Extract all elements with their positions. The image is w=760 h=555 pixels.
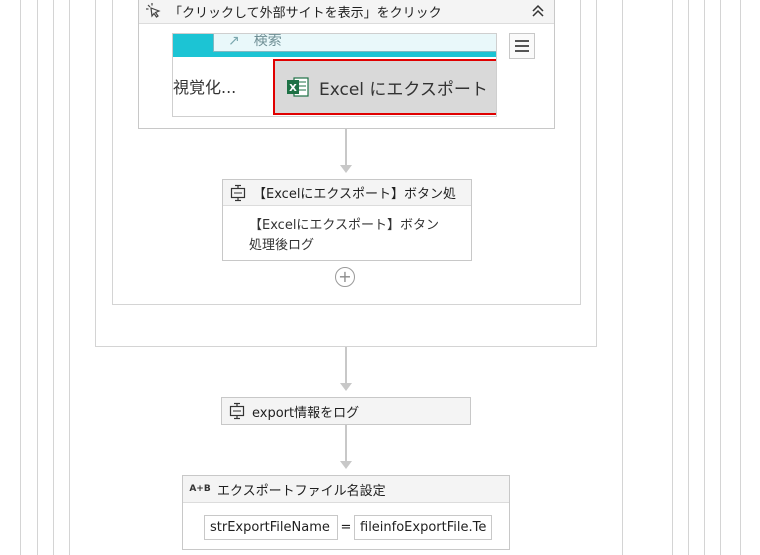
container-line <box>69 0 70 555</box>
assign-target-field[interactable]: strExportFileName <box>204 515 338 540</box>
target-screenshot: ↗ 検索 視覚化... X Excel にエクスポート <box>172 33 497 117</box>
screenshot-search-box: ↗ 検索 <box>213 33 496 52</box>
click-icon <box>145 2 163 20</box>
svg-text:X: X <box>289 83 297 94</box>
container-line <box>688 0 689 555</box>
screenshot-export-button: X Excel にエクスポート <box>273 59 496 115</box>
container-line <box>20 0 21 555</box>
log-message-activity[interactable]: 【Excelにエクスポート】ボタン処 【Excelにエクスポート】ボタン処理後ロ… <box>222 179 472 261</box>
assign-activity-header[interactable]: A+B エクスポートファイル名設定 <box>183 476 509 503</box>
assign-activity-title: エクスポートファイル名設定 <box>217 483 386 499</box>
click-activity[interactable]: 「クリックして外部サイトを表示」をクリック ↗ 検索 視覚化... X Exce… <box>138 0 555 129</box>
log-message-icon <box>229 184 247 202</box>
log-message-activity[interactable]: export情報をログ <box>221 397 471 425</box>
assign-value-field[interactable]: fileinfoExportFile.Te <box>354 515 492 540</box>
assign-body: strExportFileName = fileinfoExportFile.T… <box>183 503 509 540</box>
container-line <box>53 0 54 555</box>
flow-connector <box>345 347 347 383</box>
container-line <box>672 0 673 555</box>
log-activity-title: export情報をログ <box>252 405 360 421</box>
container-line <box>37 0 38 555</box>
screenshot-visualize-text: 視覚化... <box>173 78 237 97</box>
flow-connector <box>345 425 347 461</box>
flow-arrow-icon <box>340 461 352 469</box>
container-line <box>622 0 623 555</box>
container-line <box>740 0 741 555</box>
flow-arrow-icon <box>340 383 352 391</box>
log-activity-title: 【Excelにエクスポート】ボタン処 <box>253 187 457 202</box>
flow-arrow-icon <box>340 165 352 173</box>
assign-icon: A+B <box>189 484 211 494</box>
double-chevron-up-icon[interactable] <box>526 0 550 23</box>
screenshot-export-label: Excel にエクスポート <box>319 79 488 100</box>
container-line <box>720 0 721 555</box>
click-activity-title: 「クリックして外部サイトを表示」をクリック <box>169 5 442 21</box>
add-circle-icon[interactable]: + <box>335 267 355 287</box>
hamburger-menu-icon[interactable] <box>509 33 535 59</box>
container-line <box>704 0 705 555</box>
assign-operator: = <box>340 520 352 535</box>
flow-connector <box>345 129 347 165</box>
screenshot-search-text: 検索 <box>253 33 282 49</box>
log-activity-header[interactable]: export情報をログ <box>222 398 470 424</box>
log-message-text: 【Excelにエクスポート】ボタン処理後ログ <box>249 218 440 253</box>
excel-icon: X <box>287 77 309 97</box>
log-activity-header[interactable]: 【Excelにエクスポート】ボタン処 <box>223 180 471 206</box>
click-activity-header[interactable]: 「クリックして外部サイトを表示」をクリック <box>139 0 554 24</box>
assign-activity[interactable]: A+B エクスポートファイル名設定 strExportFileName = fi… <box>182 475 510 550</box>
log-message-icon <box>228 402 246 420</box>
